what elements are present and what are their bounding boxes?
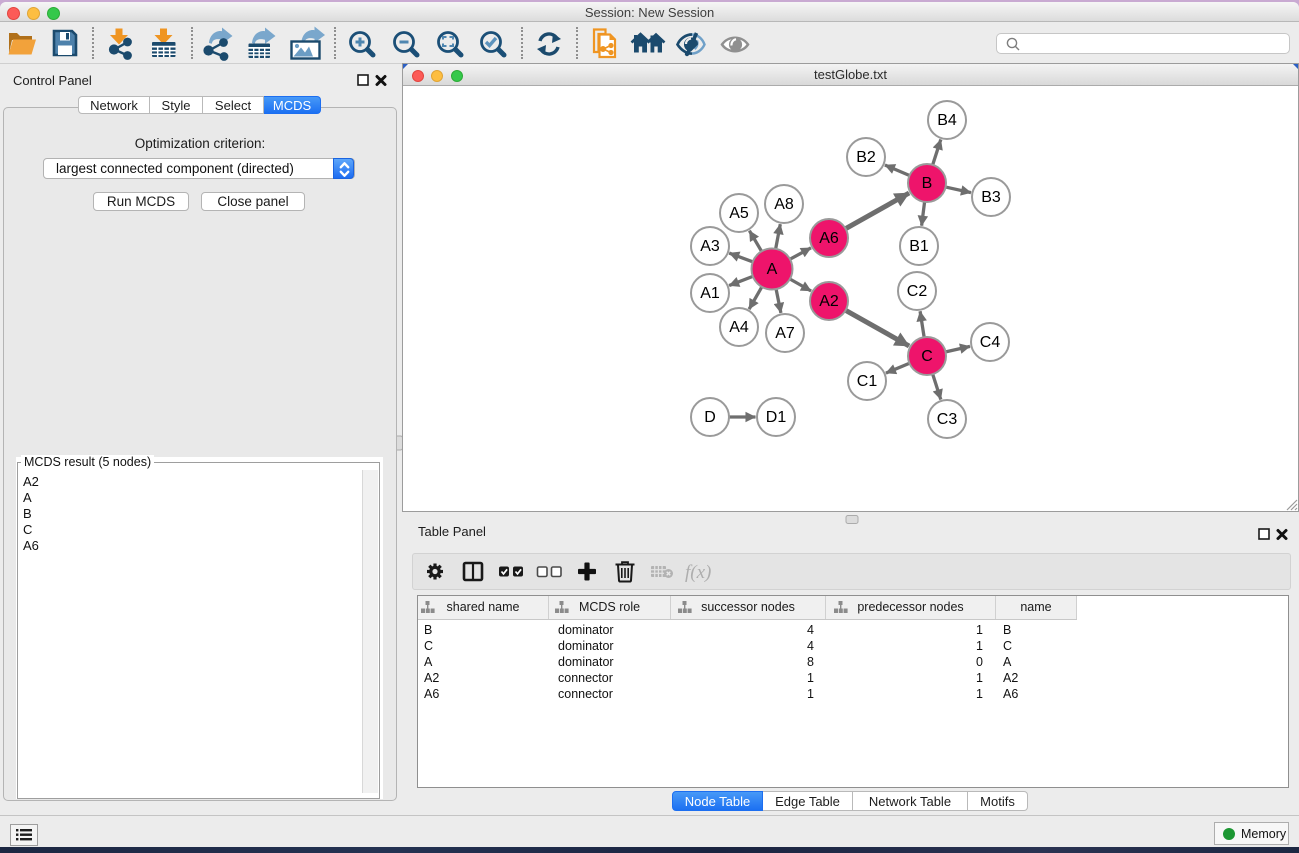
svg-text:A: A <box>767 261 778 278</box>
svg-text:B3: B3 <box>981 189 1001 206</box>
svg-text:C: C <box>921 348 933 365</box>
svg-text:A2: A2 <box>819 293 839 310</box>
svg-text:C4: C4 <box>980 334 1001 351</box>
svg-text:A8: A8 <box>774 196 794 213</box>
svg-text:A3: A3 <box>700 238 720 255</box>
svg-text:A6: A6 <box>819 230 839 247</box>
svg-text:f(x): f(x) <box>685 562 711 583</box>
svg-text:B4: B4 <box>937 112 957 129</box>
svg-text:A1: A1 <box>700 285 720 302</box>
svg-text:B: B <box>922 175 933 192</box>
svg-text:D1: D1 <box>766 409 787 426</box>
svg-text:B2: B2 <box>856 149 876 166</box>
svg-text:C2: C2 <box>907 283 928 300</box>
svg-text:A5: A5 <box>729 205 749 222</box>
svg-text:C1: C1 <box>857 373 878 390</box>
svg-text:C3: C3 <box>937 411 958 428</box>
svg-text:A7: A7 <box>775 325 795 342</box>
svg-text:D: D <box>704 409 716 426</box>
svg-text:B1: B1 <box>909 238 929 255</box>
svg-text:A4: A4 <box>729 319 749 336</box>
